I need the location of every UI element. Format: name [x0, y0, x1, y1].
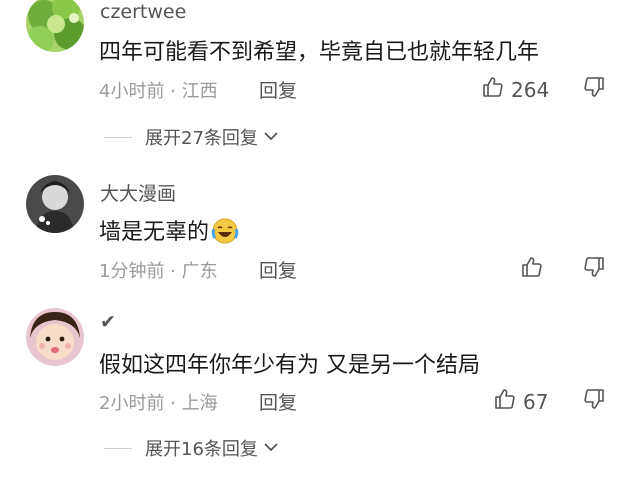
expand-replies: 展开27条回复	[104, 124, 280, 150]
like-button[interactable]: 67	[493, 387, 548, 416]
comment-text: 假如这四年你年少有为 又是另一个结局	[99, 353, 480, 378]
comment-meta: 1分钟前 · 广东	[99, 261, 218, 282]
avatar[interactable]	[26, 175, 84, 233]
expand-replies-button[interactable]: 展开16条回复	[145, 435, 258, 461]
expand-replies: 展开16条回复	[104, 435, 280, 461]
dislike-button[interactable]	[582, 387, 606, 415]
comment-meta: 2小时前 · 上海	[99, 393, 218, 414]
dislike-button[interactable]	[582, 75, 606, 103]
comment-username[interactable]: ✔	[100, 311, 116, 333]
like-count: 264	[511, 77, 550, 102]
avatar[interactable]	[26, 308, 84, 366]
thumbs-up-icon	[493, 387, 517, 416]
divider-line	[104, 447, 132, 449]
reply-button[interactable]: 回复	[259, 256, 297, 283]
comment-item: ✔ 假如这四年你年少有为 又是另一个结局 2小时前 · 上海 回复 67 展开1…	[0, 300, 640, 491]
crying-laughing-emoji	[211, 217, 239, 251]
dislike-button[interactable]	[582, 255, 606, 283]
divider-line	[104, 136, 132, 138]
thumbs-up-icon	[520, 255, 544, 284]
comment-item: 大大漫画 墙是无辜的 1分钟前 · 广东 回复	[0, 168, 640, 298]
avatar[interactable]	[26, 0, 84, 52]
chevron-down-icon[interactable]	[262, 127, 280, 148]
thumbs-down-icon	[582, 389, 606, 415]
reply-button[interactable]: 回复	[259, 76, 297, 103]
comment-text: 墙是无辜的	[99, 214, 239, 251]
comment-item: czertwee 四年可能看不到希望，毕竟自已也就年轻几年 4小时前 · 江西 …	[0, 0, 640, 160]
like-button[interactable]	[520, 255, 550, 284]
like-button[interactable]: 264	[481, 75, 549, 104]
chevron-down-icon[interactable]	[262, 438, 280, 459]
comment-text-body: 墙是无辜的	[99, 220, 210, 245]
comment-username[interactable]: 大大漫画	[100, 179, 176, 206]
thumbs-down-icon	[582, 257, 606, 283]
comment-text: 四年可能看不到希望，毕竟自已也就年轻几年	[99, 40, 540, 65]
reply-button[interactable]: 回复	[259, 388, 297, 415]
like-count: 67	[523, 389, 549, 414]
comment-meta: 4小时前 · 江西	[99, 81, 218, 102]
expand-replies-button[interactable]: 展开27条回复	[145, 124, 258, 150]
thumbs-up-icon	[481, 75, 505, 104]
thumbs-down-icon	[582, 77, 606, 103]
comment-username[interactable]: czertwee	[100, 1, 186, 23]
